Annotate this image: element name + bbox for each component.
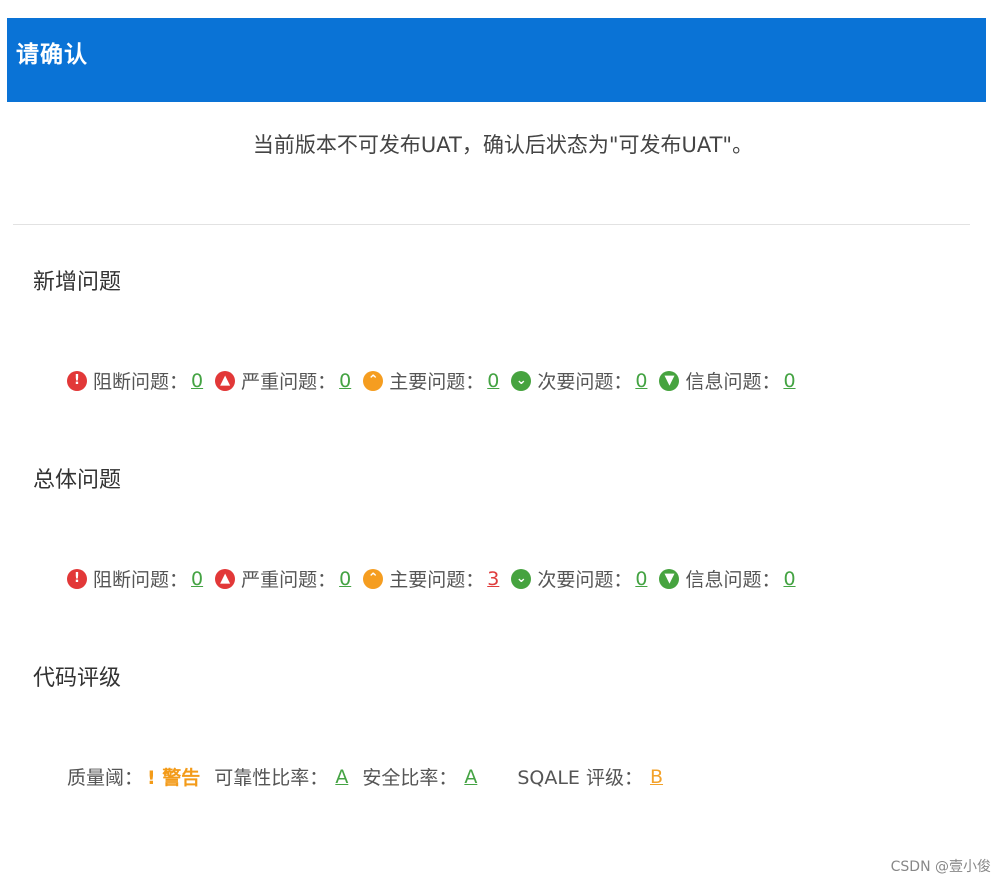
- security-grade-link[interactable]: A: [464, 766, 477, 788]
- divider: [13, 224, 970, 225]
- overall-info-value-link[interactable]: 0: [783, 568, 795, 590]
- new-blocker-metric: ! 阻断问题： 0: [67, 367, 203, 394]
- reliability-grade-link[interactable]: A: [335, 766, 348, 788]
- exclamation-icon: !: [67, 568, 87, 589]
- code-rating-row: 质量阈： ! 警告 可靠性比率： A 安全比率： A SQALE 评级： B: [67, 763, 663, 790]
- overall-issues-title: 总体问题: [33, 468, 122, 493]
- quality-gate-label: 质量阈：: [67, 767, 144, 789]
- watermark: CSDN @壹小俊: [890, 859, 991, 875]
- arrow-down-icon: ▼: [659, 568, 680, 589]
- overall-info-metric: ▼ 信息问题： 0: [659, 565, 796, 592]
- new-critical-metric: ▲ 严重问题： 0: [215, 367, 351, 394]
- dialog-title: 请确认: [16, 42, 88, 68]
- overall-minor-label: 次要问题：: [537, 569, 633, 591]
- overall-critical-label: 严重问题：: [241, 569, 337, 591]
- sqale-label: SQALE 评级：: [517, 767, 643, 789]
- overall-major-metric: ⌃ 主要问题： 3: [363, 565, 499, 592]
- overall-minor-value-link[interactable]: 0: [635, 568, 647, 590]
- dialog-header: 请确认: [7, 18, 986, 102]
- new-blocker-value-link[interactable]: 0: [191, 370, 203, 392]
- new-major-metric: ⌃ 主要问题： 0: [363, 367, 499, 394]
- sqale-grade-link[interactable]: B: [650, 766, 663, 788]
- overall-critical-value-link[interactable]: 0: [339, 568, 351, 590]
- overall-blocker-label: 阻断问题：: [93, 569, 189, 591]
- new-major-value-link[interactable]: 0: [487, 370, 499, 392]
- new-minor-label: 次要问题：: [537, 371, 633, 393]
- new-minor-metric: ⌄ 次要问题： 0: [511, 367, 647, 394]
- overall-major-label: 主要问题：: [389, 569, 485, 591]
- new-issues-row: ! 阻断问题： 0 ▲ 严重问题： 0 ⌃ 主要问题： 0 ⌄ 次要问题： 0 …: [67, 367, 808, 394]
- code-rating-title: 代码评级: [33, 666, 122, 691]
- overall-critical-metric: ▲ 严重问题： 0: [215, 565, 351, 592]
- status-notice: 当前版本不可发布UAT，确认后状态为"可发布UAT"。: [252, 133, 754, 157]
- security-label: 安全比率：: [362, 767, 458, 789]
- overall-issues-row: ! 阻断问题： 0 ▲ 严重问题： 0 ⌃ 主要问题： 3 ⌄ 次要问题： 0 …: [67, 565, 808, 592]
- chevron-down-icon: ⌄: [511, 370, 532, 391]
- arrow-up-icon: ▲: [215, 370, 236, 391]
- new-info-metric: ▼ 信息问题： 0: [659, 367, 796, 394]
- chevron-down-icon: ⌄: [511, 568, 532, 589]
- reliability-label: 可靠性比率：: [214, 767, 329, 789]
- exclamation-icon: !: [67, 370, 87, 391]
- new-info-label: 信息问题：: [685, 371, 781, 393]
- overall-blocker-metric: ! 阻断问题： 0: [67, 565, 203, 592]
- overall-info-label: 信息问题：: [685, 569, 781, 591]
- quality-gate-warning: ! 警告: [147, 767, 201, 789]
- chevron-up-icon: ⌃: [363, 370, 384, 391]
- overall-major-value-link[interactable]: 3: [487, 568, 499, 590]
- new-critical-value-link[interactable]: 0: [339, 370, 351, 392]
- new-minor-value-link[interactable]: 0: [635, 370, 647, 392]
- arrow-up-icon: ▲: [215, 568, 236, 589]
- overall-minor-metric: ⌄ 次要问题： 0: [511, 565, 647, 592]
- new-issues-title: 新增问题: [33, 270, 122, 295]
- overall-blocker-value-link[interactable]: 0: [191, 568, 203, 590]
- new-blocker-label: 阻断问题：: [93, 371, 189, 393]
- arrow-down-icon: ▼: [659, 370, 680, 391]
- new-critical-label: 严重问题：: [241, 371, 337, 393]
- new-major-label: 主要问题：: [389, 371, 485, 393]
- new-info-value-link[interactable]: 0: [783, 370, 795, 392]
- chevron-up-icon: ⌃: [363, 568, 384, 589]
